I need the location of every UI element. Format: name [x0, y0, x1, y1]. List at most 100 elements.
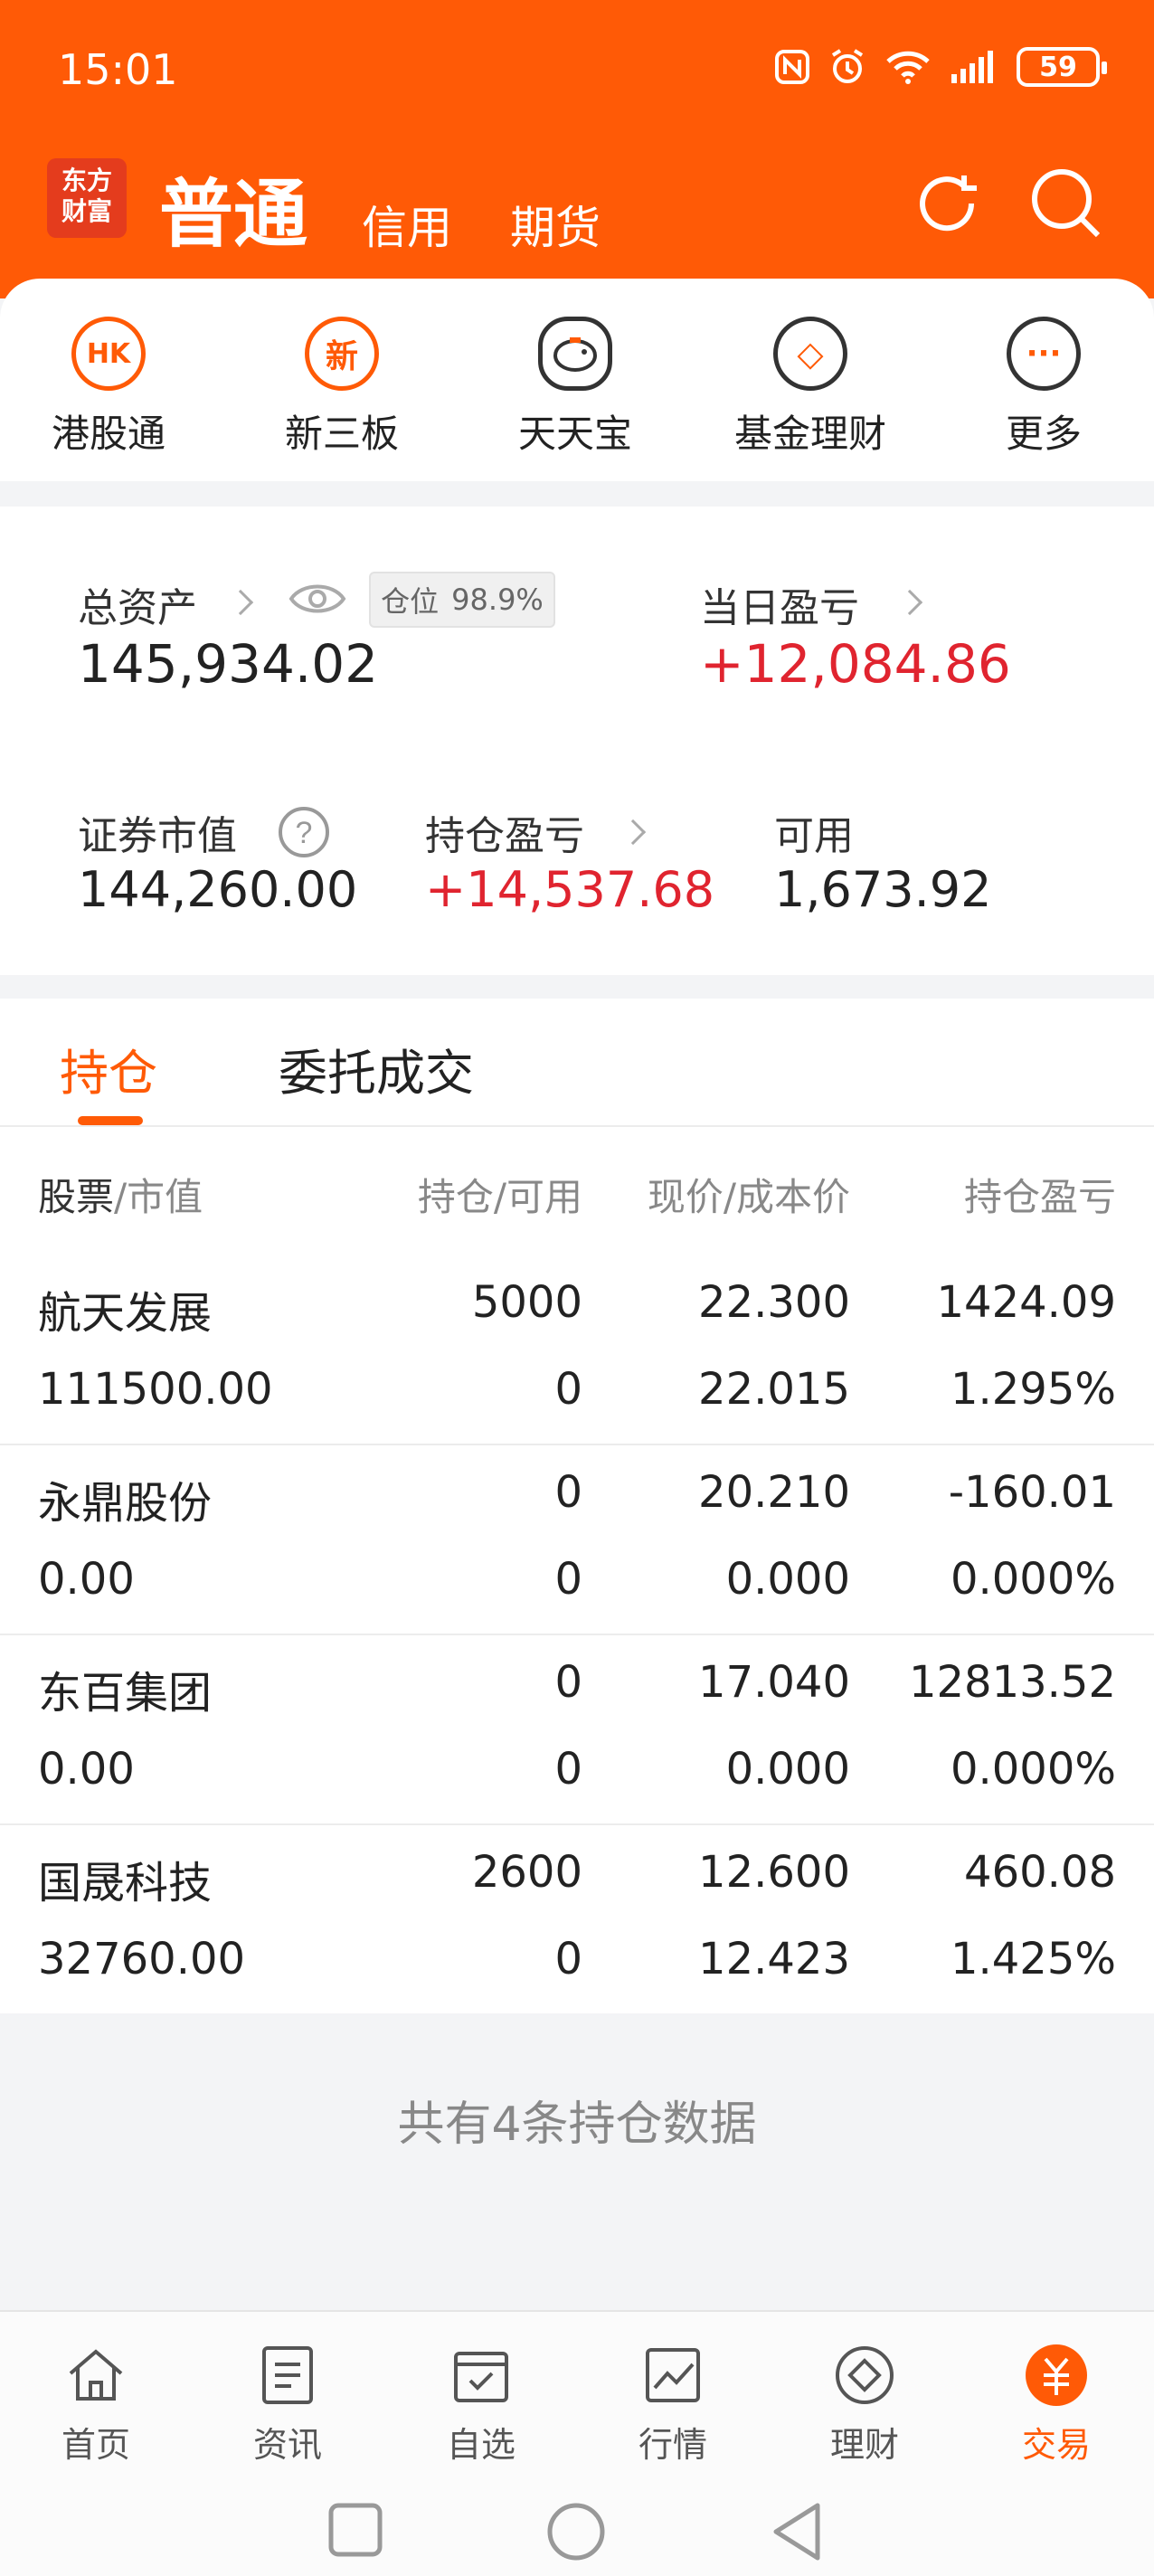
- daily-pl-value: +12,084.86: [700, 633, 1011, 695]
- nav-trade[interactable]: 交易: [993, 2343, 1120, 2467]
- holding-pl: 12813.52: [908, 1657, 1116, 1708]
- col-header-stock: 股票/市值: [38, 1175, 203, 1219]
- quick-label: 港股通: [51, 412, 166, 456]
- stock-market-value: 32760.00: [38, 1934, 246, 1984]
- position-label: 仓位: [381, 584, 440, 619]
- more-glyph: ···: [1026, 336, 1062, 372]
- help-icon[interactable]: ?: [277, 805, 331, 859]
- signal-icon: [951, 51, 993, 83]
- nav-wealth[interactable]: 理财: [801, 2343, 928, 2467]
- current-price: 17.040: [698, 1657, 850, 1708]
- alarm-mute-icon: [831, 49, 864, 83]
- holding-qty: 5000: [471, 1277, 582, 1328]
- quick-label: 新三板: [284, 412, 399, 456]
- status-time: 15:01: [58, 45, 178, 94]
- holding-qty: 0: [554, 1467, 582, 1518]
- holding-pl: 1424.09: [936, 1277, 1117, 1328]
- new-glyph: 新: [325, 338, 358, 375]
- quick-label: 天天宝: [517, 412, 632, 456]
- daily-pl-label[interactable]: 当日盈亏: [700, 575, 859, 633]
- cost-price: 22.015: [698, 1364, 850, 1415]
- nfc-icon: [775, 50, 809, 84]
- holding-qty: 2600: [471, 1847, 582, 1898]
- recent-apps-icon[interactable]: [327, 2502, 383, 2558]
- available-qty: 0: [554, 1744, 582, 1795]
- col-header-price: 现价/成本价: [647, 1175, 850, 1219]
- col-header-holding: 持仓/可用: [417, 1175, 582, 1219]
- holding-pl-label[interactable]: 持仓盈亏: [425, 803, 584, 861]
- status-icons: 59: [774, 47, 1107, 87]
- wifi-icon: [886, 51, 930, 84]
- battery-level: 59: [1039, 51, 1077, 83]
- stock-market-value: 0.00: [38, 1744, 135, 1795]
- tab-holdings[interactable]: 持仓: [60, 1033, 157, 1104]
- stock-name: 永鼎股份: [38, 1478, 213, 1529]
- holding-pl-pct: 0.000%: [950, 1744, 1116, 1795]
- search-button[interactable]: [1026, 163, 1107, 244]
- hk-glyph: HK: [86, 337, 131, 370]
- position-ratio-badge: 仓位 98.9%: [369, 572, 555, 628]
- row-divider: [0, 1634, 1154, 1635]
- cost-price: 12.423: [698, 1934, 850, 1984]
- app-header: 15:01 59 东方 财富 普通 信用 期货: [0, 0, 1154, 298]
- holding-pl-pct: 0.000%: [950, 1554, 1116, 1605]
- nav-label: 首页: [61, 2425, 130, 2465]
- available-label: 可用: [774, 813, 854, 859]
- tab-orders[interactable]: 委托成交: [279, 1033, 474, 1104]
- col-header-pl: 持仓盈亏: [963, 1175, 1116, 1219]
- holding-pl-pct: 1.425%: [950, 1934, 1116, 1984]
- divider: [0, 1125, 1154, 1127]
- nav-label: 资讯: [252, 2425, 322, 2465]
- wealth-diamond-icon: [836, 2346, 894, 2404]
- current-price: 22.300: [698, 1277, 850, 1328]
- tab-futures[interactable]: 期货: [510, 192, 601, 257]
- available-qty: 0: [554, 1934, 582, 1984]
- cost-price: 0.000: [725, 1554, 850, 1605]
- refresh-button[interactable]: [906, 163, 988, 244]
- nav-market[interactable]: 行情: [610, 2343, 736, 2467]
- quick-new-third-board[interactable]: 新 新三板: [251, 317, 432, 459]
- quick-tiantianbao[interactable]: 天天宝: [485, 317, 666, 459]
- quick-fund-wealth[interactable]: ◇ 基金理财: [720, 317, 901, 459]
- stock-name: 航天发展: [38, 1288, 213, 1339]
- holding-pl: -160.01: [948, 1467, 1116, 1518]
- stock-market-value: 0.00: [38, 1554, 135, 1605]
- market-value-value: 144,260.00: [78, 861, 358, 918]
- holding-pl-value: +14,537.68: [425, 861, 715, 918]
- search-icon: [1032, 169, 1101, 238]
- app-logo: 东方 财富: [47, 158, 127, 238]
- quick-hk-connect[interactable]: HK 港股通: [18, 317, 199, 459]
- position-value: 98.9%: [451, 582, 544, 617]
- row-divider: [0, 1444, 1154, 1445]
- quick-more[interactable]: ··· 更多: [953, 317, 1134, 459]
- new-board-icon: 新: [305, 317, 379, 391]
- total-assets-label[interactable]: 总资产: [78, 575, 197, 633]
- available-qty: 0: [554, 1364, 582, 1415]
- stock-name: 东百集团: [38, 1668, 213, 1719]
- nav-home[interactable]: 首页: [33, 2343, 159, 2467]
- logo-line-2: 财富: [61, 196, 112, 226]
- available-value: 1,673.92: [774, 861, 992, 918]
- nav-news[interactable]: 资讯: [224, 2343, 351, 2467]
- news-icon: [262, 2346, 313, 2404]
- total-assets-value: 145,934.02: [78, 633, 379, 695]
- quick-label: 更多: [1005, 412, 1082, 456]
- nav-label: 理财: [829, 2425, 899, 2465]
- more-icon: ···: [1007, 317, 1081, 391]
- logo-line-1: 东方: [61, 166, 112, 195]
- holding-qty: 0: [554, 1657, 582, 1708]
- nav-watchlist[interactable]: 自选: [418, 2343, 544, 2467]
- battery-indicator: 59: [1017, 47, 1107, 87]
- diamond-glyph: ◇: [797, 334, 824, 374]
- holding-pl: 460.08: [964, 1847, 1116, 1898]
- hk-icon: HK: [71, 317, 146, 391]
- tab-credit[interactable]: 信用: [362, 192, 452, 257]
- stock-market-value: 111500.00: [38, 1364, 273, 1415]
- back-triangle-icon[interactable]: [771, 2502, 825, 2562]
- home-circle-icon[interactable]: [546, 2502, 606, 2562]
- tab-normal[interactable]: 普通: [159, 154, 307, 261]
- eye-icon[interactable]: [288, 579, 347, 619]
- piggy-bank-icon: [538, 317, 612, 391]
- svg-text:?: ?: [296, 816, 313, 850]
- refresh-icon: [920, 175, 977, 232]
